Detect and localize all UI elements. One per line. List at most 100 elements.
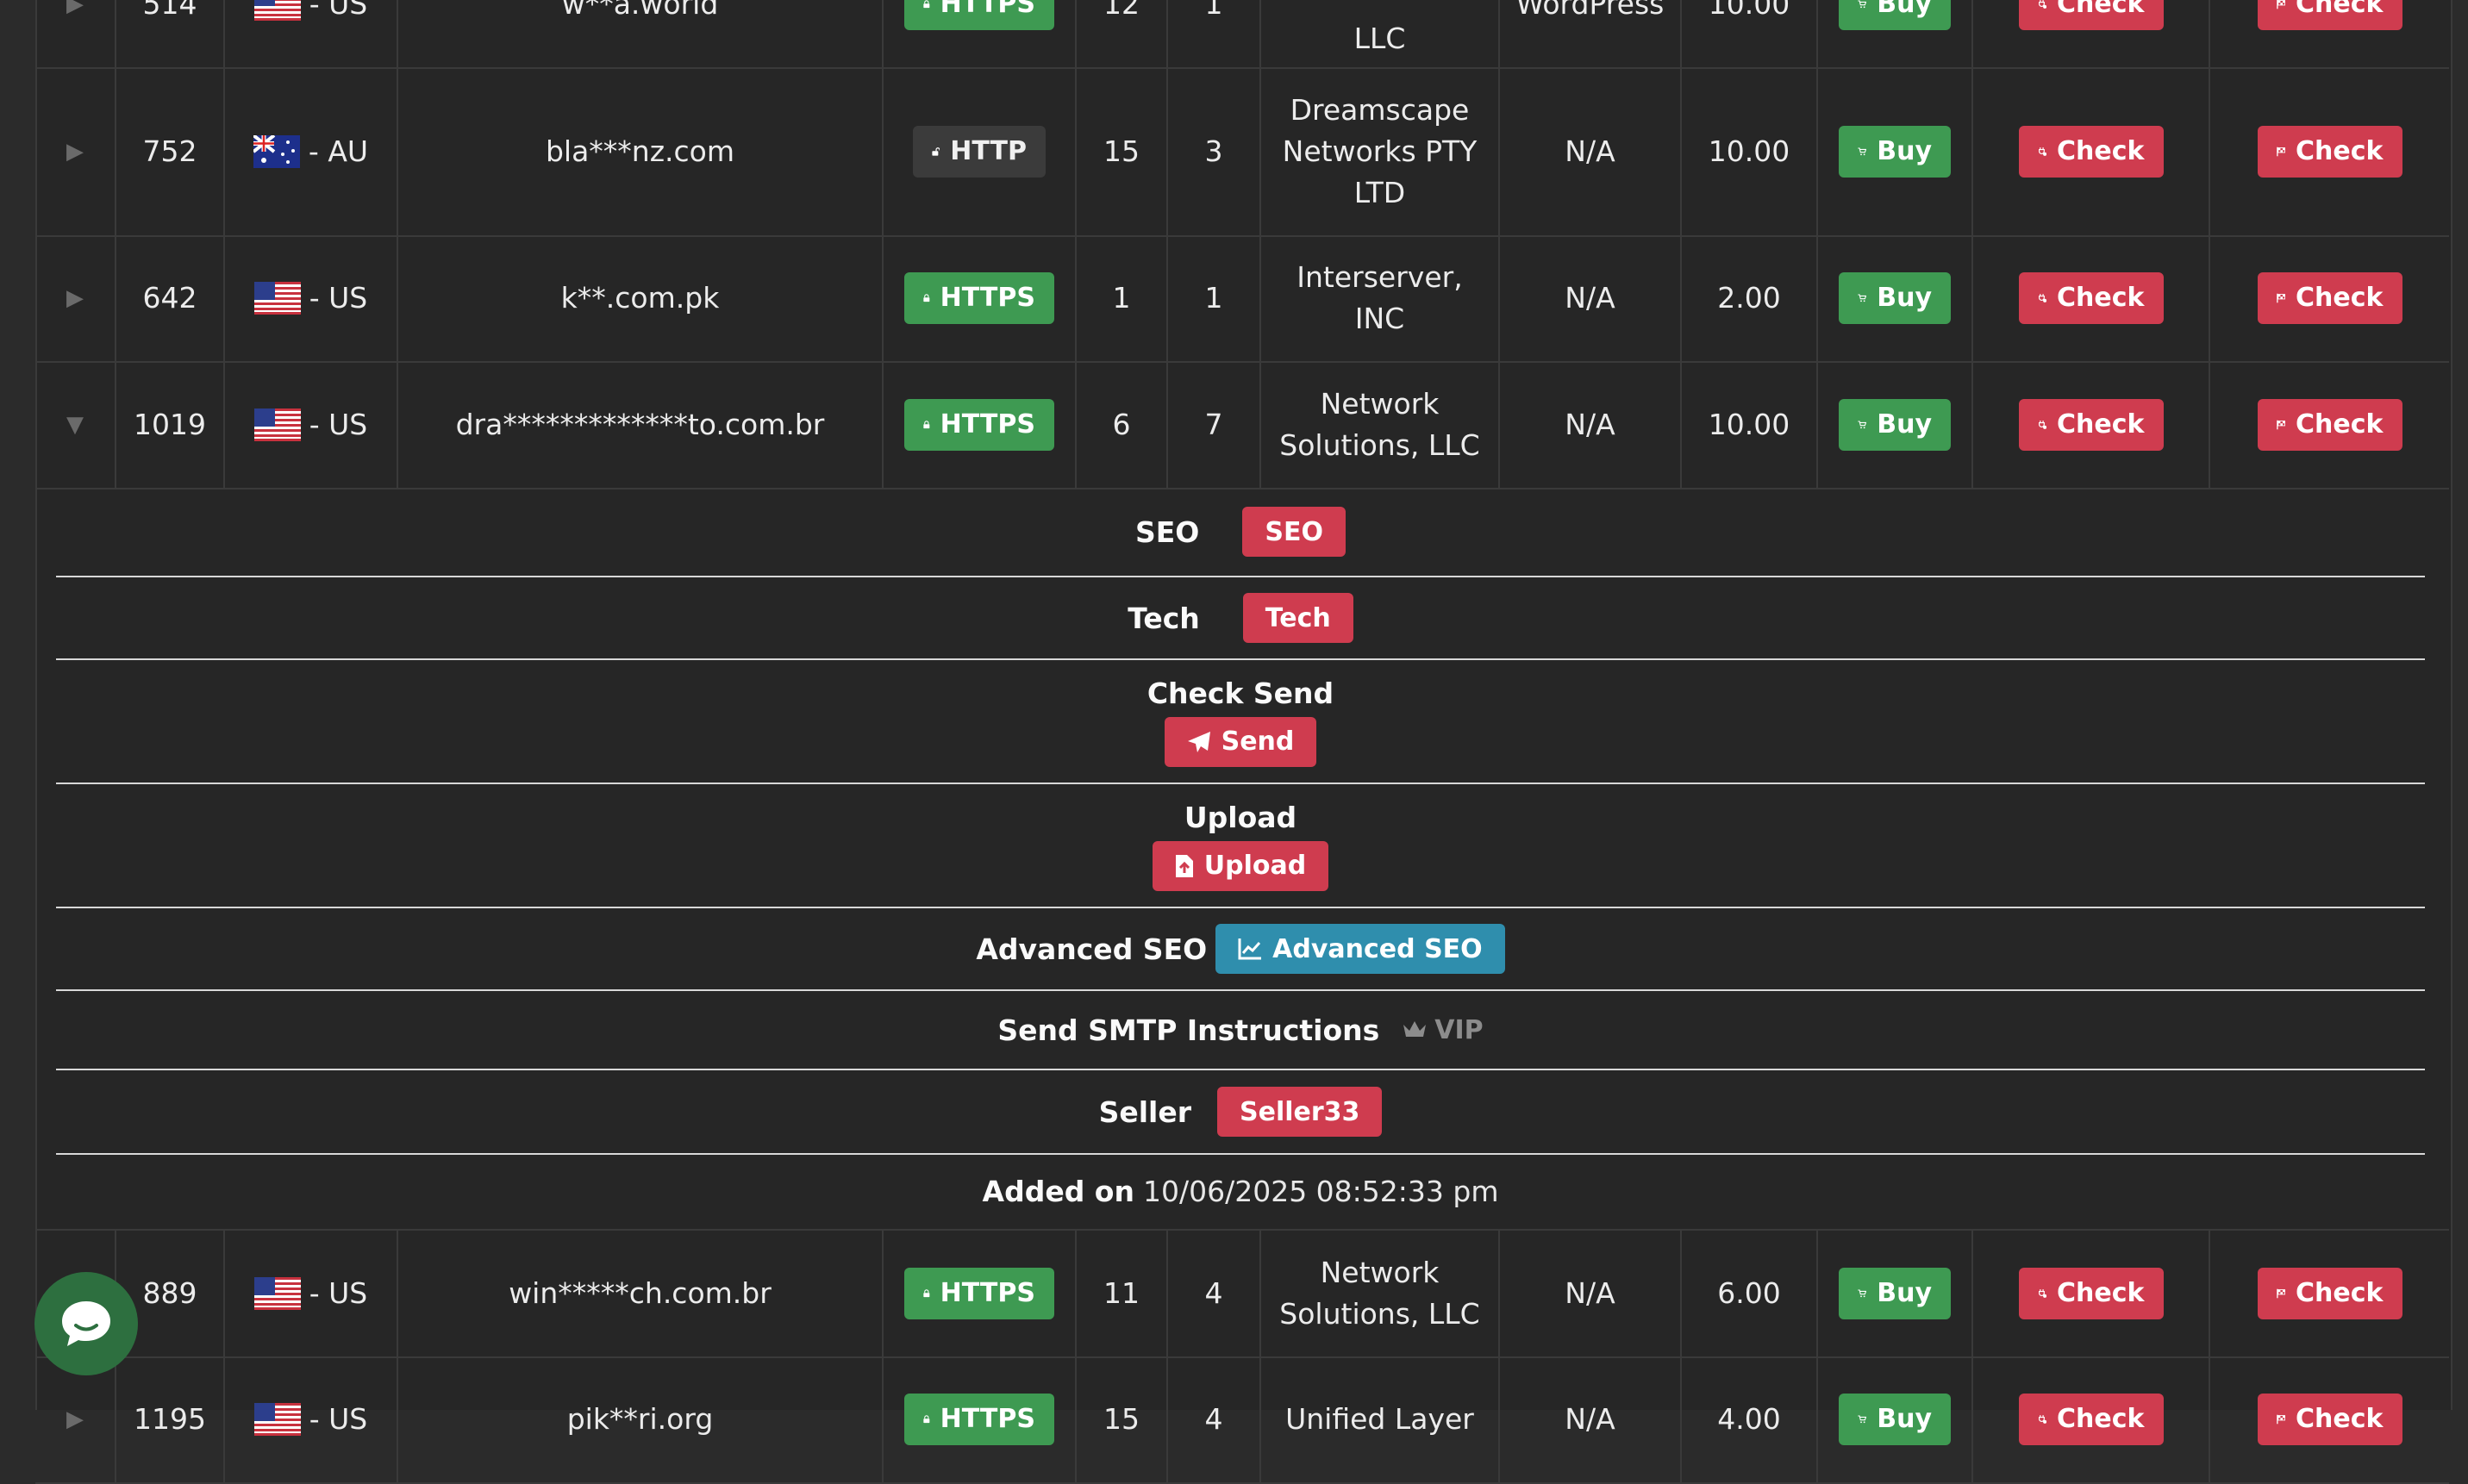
- buy-button[interactable]: Buy: [1839, 125, 1951, 178]
- https-badge: HTTPS: [904, 1268, 1054, 1319]
- host-cell: Network Solutions, LLC: [1261, 361, 1500, 488]
- us-flag-icon: [253, 408, 301, 441]
- buy-button[interactable]: Buy: [1839, 1268, 1951, 1319]
- domain-cell: dra*************to.com.br: [398, 361, 884, 488]
- lock-icon: [923, 0, 930, 9]
- us-flag-icon: [253, 282, 301, 315]
- buy-button[interactable]: Buy: [1839, 272, 1951, 324]
- country-cell: - US: [253, 277, 367, 319]
- lock-icon: [923, 1415, 930, 1424]
- us-flag-icon: [253, 1277, 301, 1310]
- table-row: ▶ 752 - AU bla***nz.com HTTP 15 3 Dreams…: [35, 67, 2449, 237]
- cart-icon: [1858, 147, 1867, 155]
- buy-button[interactable]: Buy: [1839, 398, 1951, 451]
- check-button[interactable]: Check: [2018, 1394, 2164, 1445]
- detail-label: Advanced SEO: [976, 932, 1208, 966]
- crown-icon: [1403, 1021, 1427, 1037]
- check-flag-button[interactable]: Check: [2257, 398, 2402, 451]
- check-flag-button[interactable]: Check: [2257, 272, 2402, 324]
- caret-down-icon: ▼: [66, 411, 84, 438]
- domain-cell: pik**ri.org: [398, 1356, 884, 1482]
- us-flag-icon: [253, 0, 301, 21]
- cart-icon: [1858, 420, 1867, 428]
- chat-widget-button[interactable]: [34, 1272, 138, 1375]
- check-flag-button[interactable]: Check: [2257, 125, 2402, 178]
- check-button[interactable]: Check: [2018, 398, 2164, 451]
- country-cell: - US: [253, 404, 367, 446]
- table-row: ▶ 889 - US win*****ch.com.br HTTPS 11 4 …: [35, 1231, 2449, 1358]
- detail-label: Check Send: [1147, 676, 1334, 710]
- row-id: 1195: [116, 1356, 225, 1482]
- https-badge: HTTPS: [904, 1394, 1054, 1445]
- cart-icon: [1858, 0, 1867, 9]
- row-id: 752: [116, 67, 225, 235]
- detail-seo: SEO SEO: [56, 488, 2425, 577]
- caret-right-icon: ▶: [66, 138, 84, 165]
- plug-icon: [2038, 1289, 2046, 1298]
- send-button[interactable]: Send: [1164, 716, 1317, 767]
- caret-right-icon: ▶: [66, 0, 84, 17]
- domain-cell: win*****ch.com.br: [398, 1231, 884, 1356]
- plug-icon: [2038, 147, 2046, 156]
- upload-button[interactable]: Upload: [1152, 840, 1329, 891]
- expand-toggle[interactable]: ▼: [35, 361, 116, 488]
- detail-added-on: Added on 10/06/2025 08:52:33 pm: [56, 1155, 2425, 1227]
- au-flag-icon: [253, 134, 300, 168]
- chart-line-icon: [1238, 938, 1262, 960]
- tech-button[interactable]: Tech: [1242, 593, 1353, 643]
- host-cell: Unified Layer: [1261, 1356, 1500, 1482]
- check-button[interactable]: Check: [2018, 1268, 2164, 1319]
- cart-icon: [1858, 1415, 1867, 1424]
- detail-smtp: Send SMTP Instructions VIP: [56, 991, 2425, 1070]
- expand-toggle[interactable]: ▶: [35, 0, 116, 67]
- flag-checkered-icon: [2276, 420, 2285, 429]
- check-flag-button[interactable]: Check: [2257, 1268, 2402, 1319]
- seller-button[interactable]: Seller33: [1217, 1087, 1383, 1137]
- caret-right-icon: ▶: [66, 1406, 84, 1432]
- check-flag-button[interactable]: Check: [2257, 1394, 2402, 1445]
- row-id: 514: [116, 0, 225, 67]
- row-id: 1019: [116, 361, 225, 488]
- chat-bubble-icon: [62, 1301, 110, 1346]
- check-flag-button[interactable]: Check: [2257, 0, 2402, 30]
- paper-plane-icon: [1187, 731, 1210, 752]
- lock-icon: [923, 420, 930, 428]
- detail-tech: Tech Tech: [56, 577, 2425, 660]
- detail-label: Send SMTP Instructions: [997, 1013, 1380, 1047]
- check-button[interactable]: Check: [2018, 272, 2164, 324]
- detail-label: Seller: [1098, 1094, 1191, 1129]
- vip-badge: VIP: [1402, 1015, 1484, 1045]
- advanced-seo-button[interactable]: Advanced SEO: [1215, 924, 1505, 974]
- buy-button[interactable]: Buy: [1839, 1394, 1951, 1445]
- flag-checkered-icon: [2276, 1288, 2285, 1299]
- seo-button[interactable]: SEO: [1242, 507, 1346, 557]
- plug-icon: [2038, 0, 2046, 9]
- expand-toggle[interactable]: ▶: [35, 67, 116, 235]
- domain-cell: k**.com.pk: [398, 235, 884, 361]
- flag-checkered-icon: [2276, 1414, 2285, 1425]
- detail-check-send: Check Send Send: [56, 660, 2425, 784]
- unlock-icon: [932, 147, 940, 156]
- expand-toggle[interactable]: ▶: [35, 1356, 116, 1482]
- cart-icon: [1858, 294, 1867, 302]
- buy-button[interactable]: Buy: [1839, 0, 1951, 30]
- detail-label: Tech: [1128, 601, 1200, 635]
- flag-checkered-icon: [2276, 0, 2285, 9]
- row-detail-panel: SEO SEO Tech Tech Check Send Send Upload…: [35, 488, 2449, 1231]
- check-button[interactable]: Check: [2018, 0, 2164, 30]
- plug-icon: [2038, 294, 2046, 302]
- detail-advanced-seo: Advanced SEO Advanced SEO: [56, 908, 2425, 991]
- table-row: ▶ 1195 - US pik**ri.org HTTPS 15 4 Unifi…: [35, 1356, 2449, 1484]
- file-upload-icon: [1175, 854, 1193, 877]
- row-id: 642: [116, 235, 225, 361]
- expand-toggle[interactable]: ▶: [35, 235, 116, 361]
- plug-icon: [2038, 1415, 2046, 1424]
- check-button[interactable]: Check: [2018, 125, 2164, 178]
- caret-right-icon: ▶: [66, 285, 84, 311]
- country-cell: - AU: [253, 131, 368, 172]
- lock-icon: [923, 1289, 930, 1298]
- https-badge: HTTPS: [904, 398, 1054, 451]
- detail-label: Upload: [1184, 800, 1297, 834]
- plug-icon: [2038, 420, 2046, 429]
- detail-label: SEO: [1135, 514, 1200, 549]
